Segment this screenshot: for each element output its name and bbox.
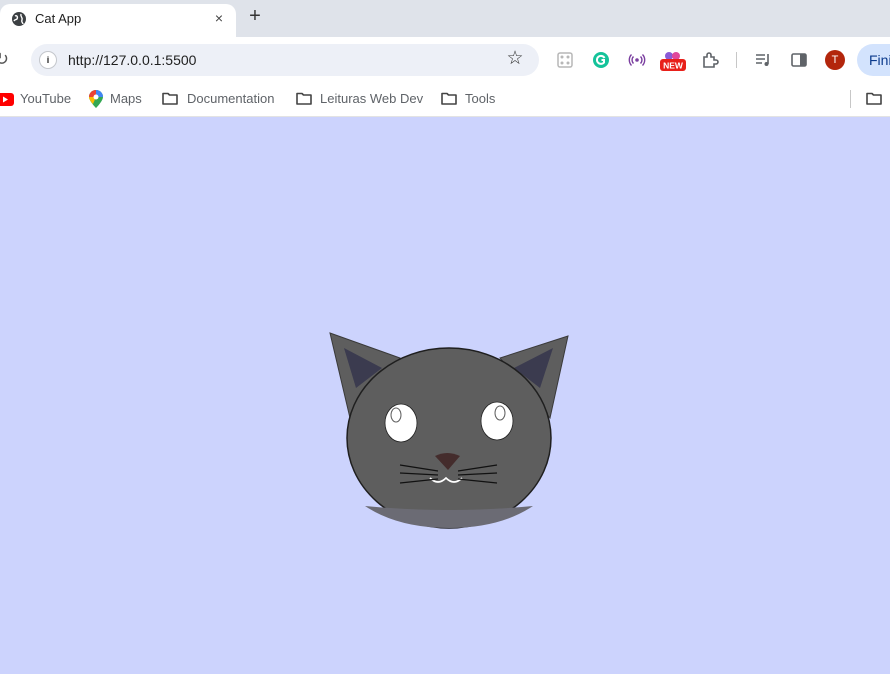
bookmark-maps[interactable]: Maps (89, 89, 149, 109)
folder-icon (866, 92, 882, 105)
tab-cat-app[interactable]: Cat App × (0, 4, 236, 37)
left-eye (384, 403, 418, 443)
folder-icon (162, 92, 178, 105)
globe-icon (12, 12, 26, 26)
bookmark-documentation[interactable]: Documentation (162, 89, 287, 109)
folder-icon (296, 92, 312, 105)
tab-title: Cat App (35, 11, 82, 26)
cat-head-illustration (329, 332, 569, 529)
bookmark-label: Tools (465, 91, 496, 106)
cat-face (346, 347, 552, 529)
maps-pin-icon (89, 90, 103, 108)
bookmark-tools[interactable]: Tools (441, 89, 501, 109)
bookmarks-bar: YouTube Maps Documentation Leituras Web … (0, 82, 890, 117)
finish-update-button[interactable]: Fini (857, 44, 890, 76)
broadcast-icon[interactable] (627, 50, 647, 70)
bookmarks-divider (850, 90, 851, 108)
reload-icon[interactable]: ↻ (0, 49, 14, 69)
site-info-icon[interactable]: i (39, 51, 57, 69)
bookmark-leituras-web-dev[interactable]: Leituras Web Dev (296, 89, 426, 109)
address-bar[interactable]: i http://127.0.0.1:5500 ☆ (31, 44, 539, 76)
tab-strip: Cat App × + (0, 0, 890, 37)
new-extension-icon[interactable]: NEW (660, 49, 686, 73)
youtube-icon (0, 93, 14, 106)
extensions-puzzle-icon[interactable] (700, 50, 720, 70)
bookmark-label: Maps (110, 91, 142, 106)
bookmark-star-icon[interactable]: ☆ (505, 49, 525, 69)
profile-avatar[interactable]: T (825, 50, 845, 70)
other-bookmarks-folder[interactable] (866, 89, 890, 109)
bookmark-label: Documentation (187, 91, 275, 106)
browser-toolbar: ↻ i http://127.0.0.1:5500 ☆ NEW T Fini (0, 37, 890, 82)
address-url[interactable]: http://127.0.0.1:5500 (68, 52, 196, 68)
new-badge-text: NEW (663, 61, 684, 71)
tab-close-icon[interactable]: × (211, 10, 227, 26)
page-content (0, 118, 890, 674)
toolbar-divider (736, 52, 737, 68)
bookmark-youtube[interactable]: YouTube (0, 89, 75, 109)
grammarly-icon[interactable] (591, 50, 611, 70)
side-panel-icon[interactable] (789, 50, 809, 70)
folder-icon (441, 92, 457, 105)
media-controls-icon[interactable] (753, 50, 773, 70)
bookmark-label: Leituras Web Dev (320, 91, 424, 106)
bookmark-label: YouTube (20, 91, 72, 106)
extension-grid-icon[interactable] (555, 50, 575, 70)
new-tab-button[interactable]: + (245, 6, 265, 26)
